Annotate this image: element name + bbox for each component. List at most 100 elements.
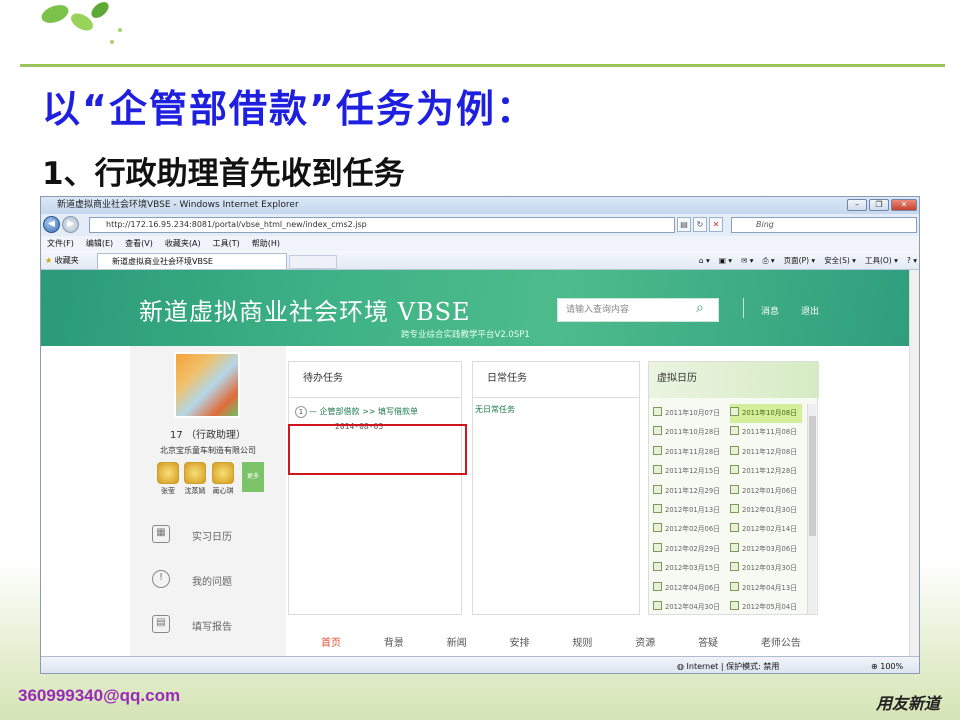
stop-icon[interactable]: ✕ bbox=[709, 217, 723, 232]
sidebar-item-label: 实习日历 bbox=[192, 532, 232, 543]
task-link[interactable]: 1— 企管部借款 >> 填写借款单 bbox=[295, 406, 459, 418]
zoom-control[interactable]: ⊕ 100% bbox=[871, 657, 904, 673]
calendar-scrollbar[interactable] bbox=[807, 404, 816, 614]
user-name: 17 （行政助理） bbox=[170, 430, 246, 441]
zoom-level: 100% bbox=[880, 662, 904, 671]
messages-link[interactable]: 消息 bbox=[761, 304, 779, 317]
menu-file[interactable]: 文件(F) bbox=[47, 236, 74, 251]
close-button[interactable]: ✕ bbox=[891, 199, 917, 211]
menu-view[interactable]: 查看(V) bbox=[125, 236, 153, 251]
calendar-date[interactable]: 2011年12月15日 bbox=[653, 462, 725, 481]
tools-menu[interactable]: 工具(O) ▾ bbox=[865, 251, 898, 270]
calendar-date[interactable]: 2012年04月30日 bbox=[653, 598, 725, 617]
highlight-box bbox=[288, 424, 467, 475]
calendar-date[interactable]: 2011年10月28日 bbox=[653, 423, 725, 442]
calendar-date[interactable]: 2012年03月15日 bbox=[653, 559, 725, 578]
web-page: 新道虚拟商业社会环境 VBSE 跨专业综合实践教学平台V2.0SP1 请输入查询… bbox=[41, 270, 919, 656]
nav-rules[interactable]: 规则 bbox=[572, 634, 592, 652]
sidebar-item-calendar[interactable]: ▦ 实习日历 bbox=[130, 512, 286, 557]
task-title: — 企管部借款 >> 填写借款单 bbox=[309, 407, 419, 416]
friend-avatar[interactable] bbox=[184, 462, 206, 484]
help-icon[interactable]: ? ▾ bbox=[907, 251, 917, 270]
calendar-date[interactable]: 2012年04月06日 bbox=[653, 579, 725, 598]
status-bar: ◍ Internet | 保护模式: 禁用 ⊕ 100% bbox=[41, 656, 919, 673]
logout-link[interactable]: 退出 bbox=[801, 304, 819, 317]
refresh-icon[interactable]: ↻ bbox=[693, 217, 707, 232]
friend-avatar[interactable] bbox=[212, 462, 234, 484]
safety-menu[interactable]: 安全(S) ▾ bbox=[824, 251, 856, 270]
calendar-date[interactable]: 2012年05月04日 bbox=[730, 598, 802, 617]
nav-announcements[interactable]: 老师公告 bbox=[761, 634, 801, 652]
banner-divider bbox=[743, 298, 744, 318]
search-icon[interactable]: ⌕ bbox=[696, 300, 704, 316]
minimize-button[interactable]: – bbox=[847, 199, 867, 211]
print-icon[interactable]: ⎙ ▾ bbox=[763, 251, 775, 270]
calendar-date[interactable]: 2012年02月14日 bbox=[730, 520, 802, 539]
tab-title: 新道虚拟商业社会环境VBSE bbox=[112, 257, 213, 266]
menu-tools[interactable]: 工具(T) bbox=[213, 236, 240, 251]
url-field[interactable]: http://172.16.95.234:8081/portal/vbse_ht… bbox=[89, 217, 675, 233]
nav-home[interactable]: 首页 bbox=[321, 634, 341, 652]
friend-avatar[interactable] bbox=[157, 462, 179, 484]
scroll-thumb[interactable] bbox=[809, 416, 816, 536]
more-friends-button[interactable]: 更多 bbox=[242, 462, 264, 492]
calendar-date[interactable]: 2012年04月13日 bbox=[730, 579, 802, 598]
favorites-button[interactable]: 收藏夹 bbox=[55, 256, 79, 265]
calendar-day-icon bbox=[653, 581, 662, 591]
calendar-date-label: 2011年10月28日 bbox=[665, 428, 720, 437]
globe-icon: ◍ bbox=[677, 662, 687, 671]
tab-active[interactable]: 新道虚拟商业社会环境VBSE bbox=[97, 253, 287, 269]
calendar-day-icon bbox=[730, 407, 739, 416]
compat-view-icon[interactable]: ▤ bbox=[677, 217, 691, 232]
footer-logo: 用友新道 bbox=[876, 694, 941, 713]
calendar-date[interactable]: 2011年12月29日 bbox=[653, 482, 725, 501]
zone-text: Internet | 保护模式: 禁用 bbox=[686, 662, 780, 671]
calendar-date-label: 2011年12月28日 bbox=[742, 467, 797, 476]
calendar-date[interactable]: 2012年03月30日 bbox=[730, 559, 802, 578]
calendar-date[interactable]: 2011年11月28日 bbox=[653, 443, 725, 462]
nav-resources[interactable]: 资源 bbox=[635, 634, 655, 652]
site-subtitle: 跨专业综合实践教学平台V2.0SP1 bbox=[401, 330, 530, 340]
slide-subtitle: 1、行政助理首先收到任务 bbox=[42, 156, 405, 192]
new-tab-button[interactable] bbox=[289, 255, 337, 269]
search-input[interactable]: Bing bbox=[731, 217, 917, 233]
calendar-day-icon bbox=[653, 465, 662, 475]
calendar-date[interactable]: 2012年01月13日 bbox=[653, 501, 725, 520]
mail-icon[interactable]: ✉ ▾ bbox=[741, 251, 753, 270]
nav-news[interactable]: 新闻 bbox=[447, 634, 467, 652]
back-icon[interactable]: ◀ bbox=[43, 216, 60, 233]
calendar-date[interactable]: 2012年01月30日 bbox=[730, 501, 802, 520]
calendar-date-label: 2012年04月13日 bbox=[742, 583, 797, 592]
favorites-bar: ★ 收藏夹 新道虚拟商业社会环境VBSE ⌂ ▾ ▣ ▾ ✉ ▾ ⎙ ▾ 页面(… bbox=[41, 251, 919, 270]
site-search-input[interactable]: 请输入查询内容 bbox=[557, 298, 719, 322]
calendar-day-icon bbox=[653, 484, 662, 494]
calendar-date-label: 2012年05月04日 bbox=[742, 602, 797, 611]
calendar-date[interactable]: 2011年12月08日 bbox=[730, 443, 802, 462]
page-scrollbar[interactable] bbox=[909, 270, 919, 656]
calendar-date-label: 2012年02月14日 bbox=[742, 525, 797, 534]
nav-schedule[interactable]: 安排 bbox=[510, 634, 530, 652]
calendar-date[interactable]: 2011年12月28日 bbox=[730, 462, 802, 481]
sidebar-item-questions[interactable]: ! 我的问题 bbox=[130, 557, 286, 602]
calendar-date[interactable]: 2012年02月06日 bbox=[653, 520, 725, 539]
forward-icon[interactable]: ▶ bbox=[62, 216, 79, 233]
calendar-column-left: 2011年10月07日 2011年10月28日 2011年11月28日 2011年12… bbox=[653, 404, 725, 617]
calendar-date[interactable]: 2012年03月06日 bbox=[730, 540, 802, 559]
nav-qa[interactable]: 答疑 bbox=[698, 634, 718, 652]
calendar-date[interactable]: 2012年02月29日 bbox=[653, 540, 725, 559]
home-icon[interactable]: ⌂ ▾ bbox=[699, 251, 710, 270]
calendar-date[interactable]: 2011年10月07日 bbox=[653, 404, 725, 423]
sidebar-item-report[interactable]: ▤ 填写报告 bbox=[130, 602, 286, 647]
menu-help[interactable]: 帮助(H) bbox=[252, 236, 280, 251]
menu-favorites[interactable]: 收藏夹(A) bbox=[165, 236, 201, 251]
page-menu[interactable]: 页面(P) ▾ bbox=[784, 251, 816, 270]
nav-background[interactable]: 背景 bbox=[384, 634, 404, 652]
calendar-day-icon bbox=[653, 523, 662, 533]
calendar-date[interactable]: 2011年10月08日 bbox=[730, 404, 802, 424]
calendar-date[interactable]: 2011年11月08日 bbox=[730, 423, 802, 442]
menu-edit[interactable]: 编辑(E) bbox=[86, 236, 113, 251]
feeds-icon[interactable]: ▣ ▾ bbox=[719, 251, 732, 270]
maximize-button[interactable]: ❐ bbox=[869, 199, 889, 211]
calendar-date[interactable]: 2012年01月06日 bbox=[730, 482, 802, 501]
bottom-nav: 首页 背景 新闻 安排 规则 资源 答疑 老师公告 bbox=[321, 634, 801, 652]
